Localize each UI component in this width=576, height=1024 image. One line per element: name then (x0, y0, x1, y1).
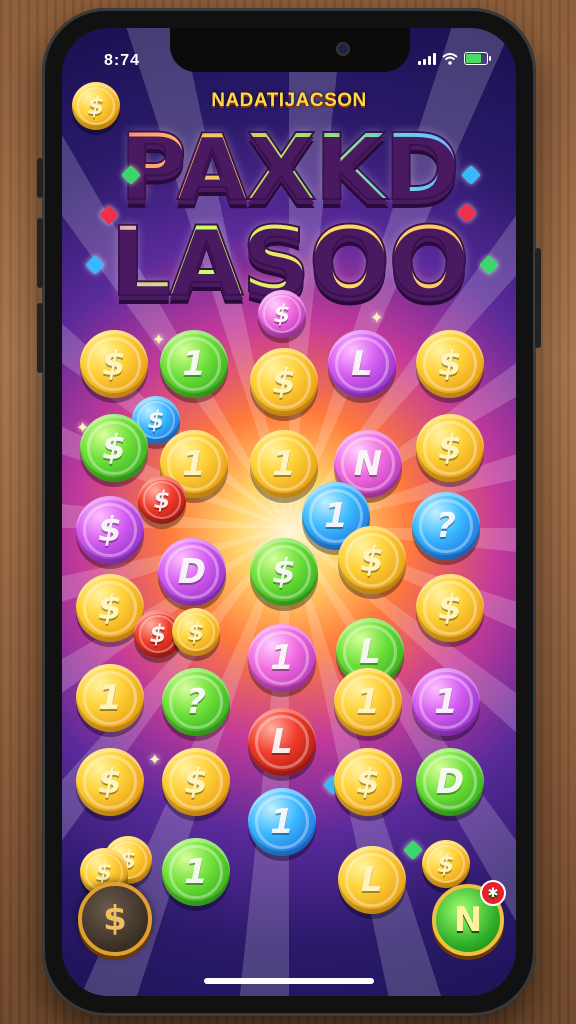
coin-symbol: 1 (184, 852, 208, 892)
coin-symbol: N (353, 444, 383, 484)
coin-symbol: $ (273, 300, 291, 328)
coin-gold[interactable]: 1 (250, 430, 318, 498)
status-icons (418, 52, 491, 65)
coin-blue[interactable]: ? (412, 492, 480, 560)
coin-symbol: 1 (270, 638, 294, 678)
dollar-icon: $ (103, 899, 127, 939)
coin-symbol: $ (153, 486, 171, 514)
coin-gold[interactable]: $ (80, 330, 148, 398)
coin-symbol: ? (436, 506, 456, 546)
coin-gold[interactable]: $ (76, 748, 144, 816)
coin-symbol: 1 (182, 444, 206, 484)
coin-symbol: 1 (182, 344, 206, 384)
coin-symbol: $ (98, 510, 122, 550)
coin-symbol: $ (360, 540, 384, 580)
signal-icon (418, 52, 436, 65)
home-indicator[interactable] (204, 978, 374, 984)
notch (170, 28, 410, 72)
coin-symbol: D (435, 762, 465, 802)
coin-red[interactable]: L (248, 708, 316, 776)
coin-symbol: $ (149, 620, 167, 648)
coin-symbol: $ (272, 552, 296, 592)
sparkle-icon: ✦ (148, 750, 162, 769)
coin-symbol: $ (272, 362, 296, 402)
coin-red[interactable]: $ (138, 476, 186, 524)
coin-green[interactable]: $ (250, 538, 318, 606)
coin-symbol: $ (356, 762, 380, 802)
decor-coin: $ (72, 82, 120, 130)
coin-symbol: $ (102, 344, 126, 384)
coin-symbol: $ (438, 344, 462, 384)
coin-purple[interactable]: L (328, 330, 396, 398)
coin-gold[interactable]: $ (172, 608, 220, 656)
status-time: 8:74 (104, 52, 141, 69)
coin-gold[interactable]: 1 (334, 668, 402, 736)
mute-switch (37, 158, 43, 198)
wifi-icon (442, 52, 458, 65)
coin-gold[interactable]: $ (416, 574, 484, 642)
coin-gold[interactable]: $ (334, 748, 402, 816)
coin-symbol: $ (438, 588, 462, 628)
coin-blue[interactable]: 1 (248, 788, 316, 856)
coin-gold[interactable]: $ (416, 414, 484, 482)
coin-gold[interactable]: L (338, 846, 406, 914)
coin-green[interactable]: D (416, 748, 484, 816)
game-screen: 8:74 NADATIJACSON PAXKD LASOO ✦ ✦ ✦ ✦ $ … (62, 28, 516, 996)
battery-icon (464, 52, 491, 65)
coin-symbol: D (177, 552, 207, 592)
n-bonus-button[interactable]: N ✱ (432, 880, 506, 956)
phone-frame: 8:74 NADATIJACSON PAXKD LASOO ✦ ✦ ✦ ✦ $ … (37, 8, 541, 1016)
coin-symbol: ? (186, 682, 206, 722)
sparkle-icon: ✦ (370, 308, 384, 327)
coin-symbol: 1 (270, 802, 294, 842)
coin-symbol: $ (98, 588, 122, 628)
coin-purple[interactable]: 1 (412, 668, 480, 736)
coin-purple[interactable]: $ (76, 496, 144, 564)
coin-gold[interactable]: $ (250, 348, 318, 416)
coin-gold[interactable]: $ (162, 748, 230, 816)
coin-symbol: $ (102, 428, 126, 468)
coin-symbol: 1 (434, 682, 458, 722)
coin-gold[interactable]: $ (422, 840, 470, 888)
coin-symbol: 1 (324, 496, 348, 536)
n-bonus-label: N (453, 900, 483, 940)
camera-icon (336, 42, 350, 56)
volume-down-button (37, 303, 43, 373)
coin-gold[interactable]: $ (338, 526, 406, 594)
battery-level (466, 54, 482, 63)
coin-green[interactable]: $ (80, 414, 148, 482)
coin-gold[interactable]: 1 (76, 664, 144, 732)
power-button (535, 248, 541, 348)
coin-symbol: $ (147, 406, 165, 434)
coin-purple[interactable]: D (158, 538, 226, 606)
coin-symbol: $ (438, 428, 462, 468)
coin-green[interactable]: 1 (162, 838, 230, 906)
coin-symbol: 1 (272, 444, 296, 484)
coin-symbol: 1 (356, 682, 380, 722)
coin-green[interactable]: 1 (160, 330, 228, 398)
volume-up-button (37, 218, 43, 288)
coin-symbol: $ (184, 762, 208, 802)
sparkle-icon: ✦ (152, 330, 166, 349)
coin-gold[interactable]: $ (416, 330, 484, 398)
coin-pink[interactable]: 1 (248, 624, 316, 692)
coin-symbol: L (351, 344, 373, 384)
coin-symbol: $ (437, 850, 455, 878)
game-subtitle: NADATIJACSON (211, 90, 367, 111)
coin-symbol: $ (98, 762, 122, 802)
bank-button[interactable]: $ (78, 882, 152, 956)
coin-symbol: L (271, 722, 293, 762)
coin-green[interactable]: ? (162, 668, 230, 736)
coin-symbol: L (359, 632, 381, 672)
notification-badge: ✱ (480, 880, 506, 906)
coin-symbol: 1 (98, 678, 122, 718)
coin-symbol: L (361, 860, 383, 900)
coin-pink[interactable]: $ (258, 290, 306, 338)
coin-symbol: $ (187, 618, 205, 646)
